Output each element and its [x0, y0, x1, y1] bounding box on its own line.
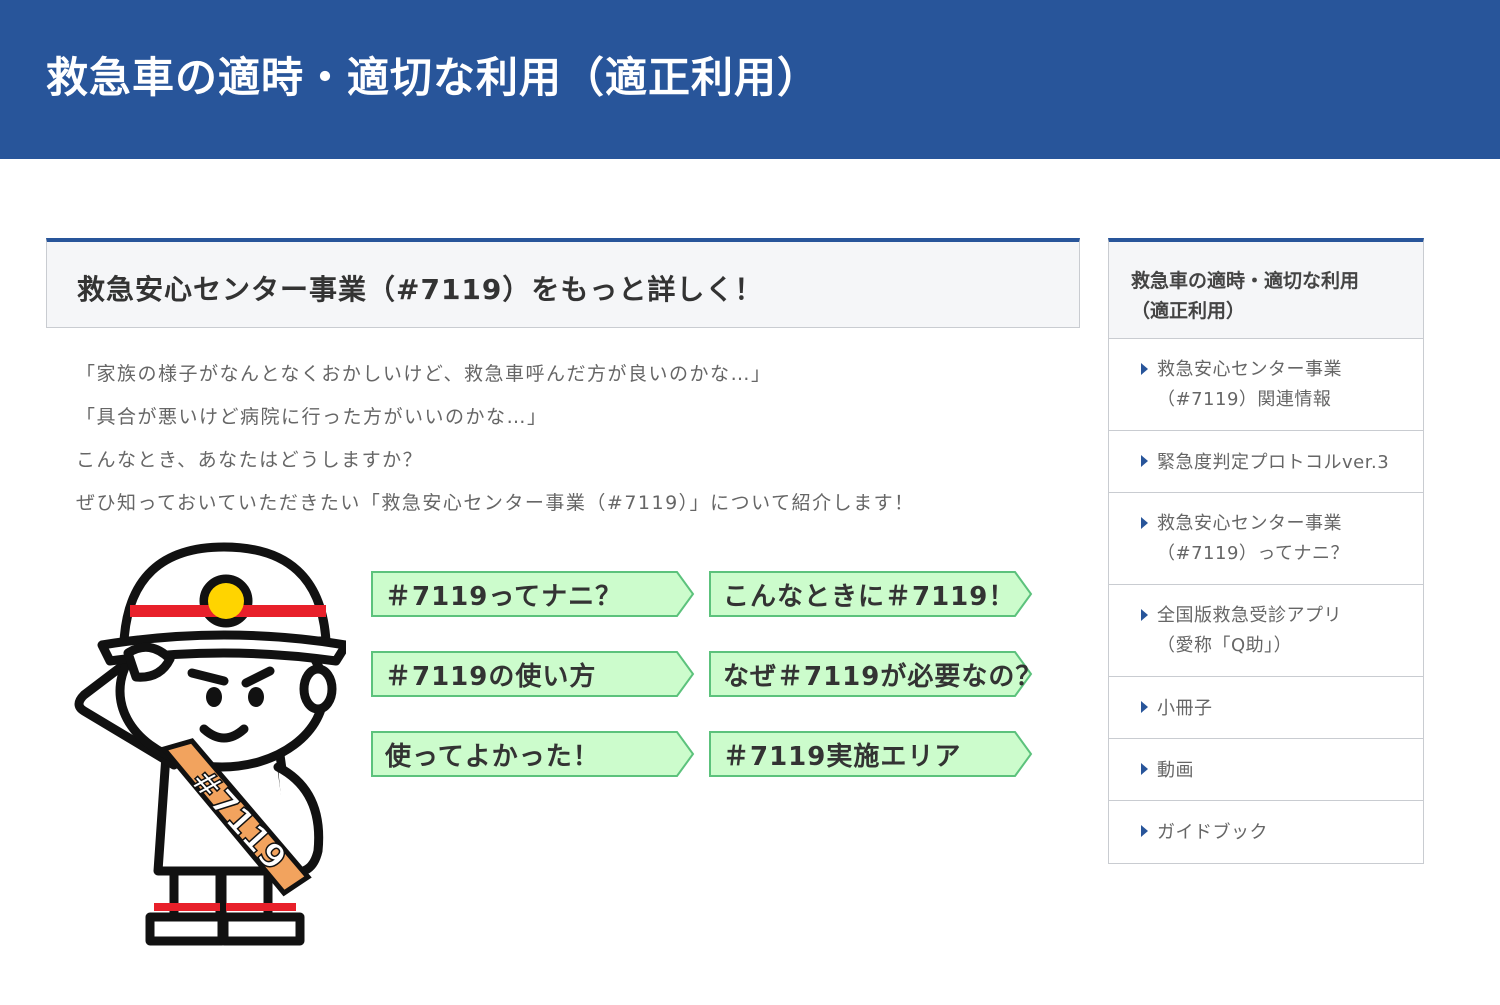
button-how-to-use-7119[interactable]: ＃7119の使い方 [371, 651, 695, 697]
button-why-7119-needed[interactable]: なぜ＃7119が必要なの？ [709, 651, 1041, 697]
caret-right-icon [1141, 363, 1148, 375]
section-header: 救急安心センター事業（#7119）をもっと詳しく！ [46, 238, 1080, 328]
sidebar-nav: 救急車の適時・適切な利用 （適正利用） 救急安心センター事業 （#7119）関連… [1108, 238, 1424, 864]
button-label: こんなときに＃7119！ [723, 582, 1016, 612]
caret-right-icon [1141, 701, 1148, 713]
main-content: 救急安心センター事業（#7119）をもっと詳しく！ 「家族の様子がなんとなくおか… [46, 238, 1080, 946]
caret-right-icon [1141, 763, 1148, 775]
caret-right-icon [1141, 609, 1148, 621]
sidebar-heading-line1: 救急車の適時・適切な利用 [1131, 270, 1360, 292]
sidebar-item-triage-protocol[interactable]: 緊急度判定プロトコルver.3 [1109, 431, 1423, 493]
sidebar-heading[interactable]: 救急車の適時・適切な利用 （適正利用） [1109, 242, 1423, 339]
intro-line: 「具合が悪いけど病院に行った方がいいのかな…」 [76, 406, 548, 428]
caret-right-icon [1141, 455, 1148, 467]
button-label: ＃7119実施エリア [723, 742, 962, 772]
sidebar-item-label: ガイドブック [1157, 822, 1268, 843]
sidebar-item-video[interactable]: 動画 [1109, 739, 1423, 801]
button-7119-areas[interactable]: ＃7119実施エリア [709, 731, 1033, 777]
button-when-to-use-7119[interactable]: こんなときに＃7119！ [709, 571, 1033, 617]
page-banner: 救急車の適時・適切な利用（適正利用） [0, 0, 1500, 159]
sidebar-item-7119-related-info[interactable]: 救急安心センター事業 （#7119）関連情報 [1109, 339, 1423, 431]
section-heading: 救急安心センター事業（#7119）をもっと詳しく！ [77, 273, 764, 306]
sidebar-item-label: 動画 [1157, 760, 1194, 781]
firefighter-mascot-illustration: #7119 [74, 542, 346, 946]
page-title: 救急車の適時・適切な利用（適正利用） [46, 53, 821, 102]
sidebar-item-q-suke-app[interactable]: 全国版救急受診アプリ （愛称「Q助」） [1109, 585, 1423, 677]
intro-line: 「家族の様子がなんとなくおかしいけど、救急車呼んだ方が良いのかな…」 [76, 363, 772, 385]
sidebar-item-guidebook[interactable]: ガイドブック [1109, 801, 1423, 863]
button-label: ＃7119ってナニ？ [385, 582, 623, 612]
sidebar-item-label: 緊急度判定プロトコルver.3 [1157, 452, 1390, 473]
caret-right-icon [1141, 825, 1148, 837]
sidebar-item-booklet[interactable]: 小冊子 [1109, 677, 1423, 739]
button-what-is-7119[interactable]: ＃7119ってナニ？ [371, 571, 695, 617]
intro-line: こんなとき、あなたはどうしますか？ [76, 449, 424, 471]
button-label: なぜ＃7119が必要なの？ [723, 662, 1043, 692]
sidebar-item-label: 救急安心センター事業 [1157, 513, 1342, 534]
button-testimonials[interactable]: 使ってよかった！ [371, 731, 695, 777]
button-label: ＃7119の使い方 [385, 662, 597, 692]
sidebar-item-label: （#7119）関連情報 [1157, 389, 1332, 410]
caret-right-icon [1141, 517, 1148, 529]
sidebar-heading-line2: （適正利用） [1131, 300, 1246, 322]
sidebar-item-label: 救急安心センター事業 [1157, 359, 1342, 380]
intro-line: ぜひ知っておいていただきたい「救急安心センター事業（#7119）」について紹介し… [76, 492, 915, 514]
intro-text: 「家族の様子がなんとなくおかしいけど、救急車呼んだ方が良いのかな…」 「具合が悪… [76, 358, 915, 530]
button-label: 使ってよかった！ [385, 742, 600, 772]
sidebar-item-label: 全国版救急受診アプリ [1157, 605, 1342, 626]
sidebar-item-label: （#7119）ってナニ？ [1157, 543, 1349, 564]
sidebar-item-label: （愛称「Q助」） [1157, 635, 1293, 656]
sidebar-item-label: 小冊子 [1157, 698, 1213, 719]
sidebar-item-what-is-7119[interactable]: 救急安心センター事業 （#7119）ってナニ？ [1109, 493, 1423, 585]
